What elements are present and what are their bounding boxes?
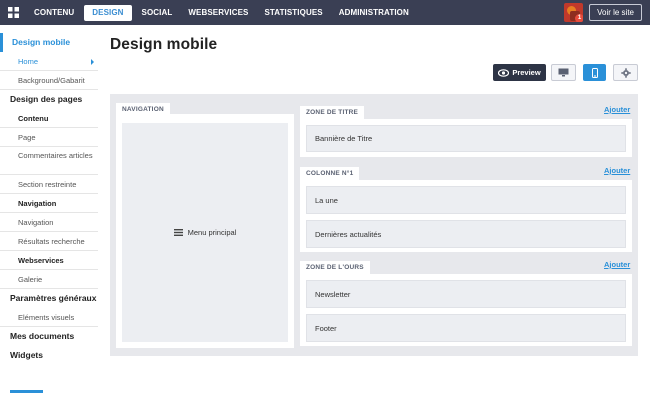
apps-grid-icon[interactable] — [0, 0, 26, 25]
menu-principal-block[interactable]: Menu principal — [122, 123, 288, 342]
sidebar-item-elements-visuels[interactable]: Eléments visuels — [0, 308, 98, 327]
colonne-1-panel: La une Dernières actualités — [300, 180, 632, 252]
sidebar-group-contenu: Contenu — [0, 109, 98, 128]
sidebar-item-home[interactable]: Home — [0, 52, 98, 71]
mobile-view-button[interactable] — [583, 64, 606, 81]
nav-contenu[interactable]: CONTENU — [26, 5, 82, 21]
ajouter-zone-titre-link[interactable]: Ajouter — [604, 105, 630, 114]
banniere-titre-block[interactable]: Bannière de Titre — [306, 125, 626, 152]
zone-titre-label: ZONE DE TITRE — [300, 106, 365, 120]
desktop-icon — [558, 68, 569, 77]
sidebar-design-mobile[interactable]: Design mobile — [0, 33, 100, 52]
newsletter-block[interactable]: Newsletter — [306, 280, 626, 308]
la-une-block[interactable]: La une — [306, 186, 626, 214]
desktop-view-button[interactable] — [551, 64, 576, 81]
settings-button[interactable] — [613, 64, 638, 81]
gear-icon — [620, 67, 631, 78]
sidebar-widgets[interactable]: Widgets — [0, 346, 100, 365]
sidebar-group-webservices: Webservices — [0, 251, 98, 270]
sidebar-group-navigation: Navigation — [0, 194, 98, 213]
dernieres-actualites-block[interactable]: Dernières actualités — [306, 220, 626, 248]
ajouter-zone-ours-link[interactable]: Ajouter — [604, 260, 630, 269]
nav-webservices[interactable]: WEBSERVICES — [180, 5, 256, 21]
sidebar-item-background[interactable]: Background/Gabarit — [0, 71, 98, 90]
zone-ours-panel: Newsletter Footer — [300, 274, 632, 346]
sidebar-item-navigation[interactable]: Navigation — [0, 213, 98, 232]
avatar[interactable]: 1 — [564, 3, 584, 22]
preview-label: Preview — [512, 68, 541, 77]
colonne-1-label: COLONNE N°1 — [300, 167, 360, 181]
notification-badge: 1 — [575, 14, 584, 22]
mobile-icon — [591, 67, 598, 78]
sidebar-item-galerie[interactable]: Galerie — [0, 270, 98, 289]
footer-block[interactable]: Footer — [306, 314, 626, 342]
ajouter-colonne-1-link[interactable]: Ajouter — [604, 166, 630, 175]
zone-ours-label: ZONE DE L'OURS — [300, 261, 370, 275]
sidebar-item-section-restreinte[interactable]: Section restreinte — [0, 175, 98, 194]
nav-administration[interactable]: ADMINISTRATION — [331, 5, 417, 21]
menu-icon — [173, 229, 183, 236]
eye-icon — [498, 68, 510, 77]
voir-le-site-button[interactable]: Voir le site — [589, 4, 642, 21]
navigation-panel: Menu principal — [116, 114, 294, 348]
sidebar-item-commentaires[interactable]: Commentaires articles — [0, 147, 98, 175]
sidebar: Design mobile Home Background/Gabarit De… — [0, 33, 100, 393]
sidebar-item-resultats[interactable]: Résultats recherche — [0, 232, 98, 251]
menu-principal-label: Menu principal — [187, 228, 237, 237]
sidebar-item-page[interactable]: Page — [0, 128, 98, 147]
sidebar-parametres[interactable]: Paramètres généraux — [0, 289, 100, 308]
nav-design[interactable]: DESIGN — [84, 4, 132, 21]
page-title: Design mobile — [110, 36, 218, 53]
sidebar-design-des-pages[interactable]: Design des pages — [0, 90, 100, 109]
nav-statistiques[interactable]: STATISTIQUES — [256, 5, 330, 21]
zone-titre-panel: Bannière de Titre — [300, 119, 632, 157]
top-navbar: CONTENU DESIGN SOCIAL WEBSERVICES STATIS… — [0, 0, 650, 25]
nav-social[interactable]: SOCIAL — [134, 5, 181, 21]
navigation-label: NAVIGATION — [116, 103, 170, 117]
layout-canvas: Menu principal NAVIGATION Bannière de Ti… — [110, 94, 638, 356]
preview-button[interactable]: Preview — [493, 64, 546, 81]
sidebar-mes-documents[interactable]: Mes documents — [0, 327, 100, 346]
